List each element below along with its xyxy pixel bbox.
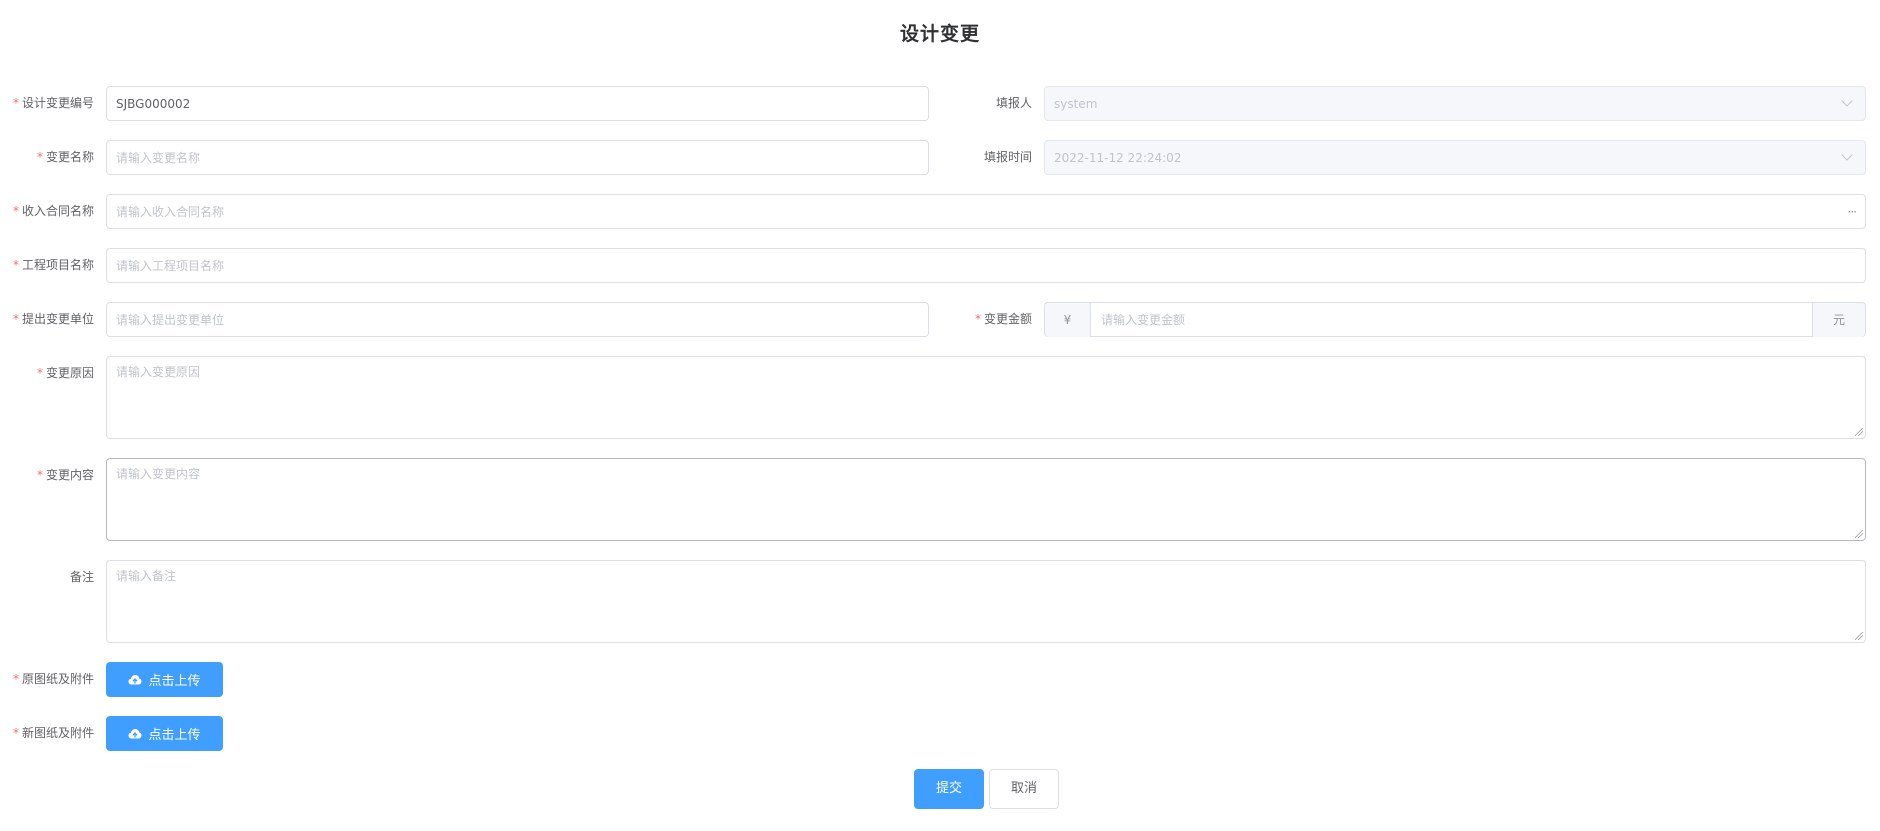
project-name-placeholder: 请输入工程项目名称 — [116, 259, 225, 273]
change-no-value: SJBG000002 — [116, 97, 191, 111]
page-title: 设计变更 — [899, 23, 980, 45]
project-name-label: * 工程项目名称 — [12, 258, 94, 272]
project-name-input[interactable]: 请输入工程项目名称 — [106, 248, 1866, 283]
required-mark: * — [12, 96, 19, 110]
chevron-down-icon — [1841, 149, 1853, 161]
submit-button[interactable]: 提交 — [914, 769, 984, 809]
contract-name-placeholder: 请输入收入合同名称 — [116, 205, 225, 219]
remark-label: 备注 — [69, 570, 94, 584]
upload-new-button[interactable]: 点击上传 — [106, 716, 223, 751]
cloud-upload-icon — [128, 728, 142, 738]
new-drawings-label: * 新图纸及附件 — [12, 726, 94, 740]
upload-original-button[interactable]: 点击上传 — [106, 662, 223, 697]
proposer-unit-label: * 提出变更单位 — [12, 312, 94, 326]
change-no-input[interactable]: SJBG000002 — [106, 86, 929, 121]
required-mark: * — [974, 312, 981, 326]
required-mark: * — [36, 468, 43, 482]
required-mark: * — [12, 726, 19, 740]
more-icon[interactable]: ··· — [1848, 195, 1858, 229]
required-mark: * — [12, 312, 19, 326]
currency-prefix: ¥ — [1045, 303, 1091, 337]
chevron-down-icon — [1841, 95, 1853, 107]
change-reason-placeholder: 请输入变更原因 — [116, 365, 201, 379]
proposer-unit-placeholder: 请输入提出变更单位 — [116, 313, 225, 327]
change-amount-input[interactable]: ¥ 请输入变更金额 元 — [1044, 302, 1866, 337]
resize-handle-icon[interactable] — [1855, 632, 1863, 640]
change-content-label: * 变更内容 — [36, 468, 94, 482]
report-time-value: 2022-11-12 22:24:02 — [1054, 151, 1182, 165]
required-mark: * — [36, 366, 43, 380]
report-time-picker: 2022-11-12 22:24:02 — [1044, 140, 1866, 175]
change-reason-label: * 变更原因 — [36, 366, 94, 380]
remark-placeholder: 请输入备注 — [116, 569, 177, 583]
change-name-input[interactable]: 请输入变更名称 — [106, 140, 929, 175]
cloud-upload-icon — [128, 674, 142, 684]
change-content-textarea[interactable]: 请输入变更内容 — [106, 458, 1866, 541]
change-name-placeholder: 请输入变更名称 — [116, 151, 201, 165]
upload-new-label: 点击上传 — [148, 728, 201, 743]
remark-textarea[interactable]: 请输入备注 — [106, 560, 1866, 643]
contract-name-label: * 收入合同名称 — [12, 204, 94, 218]
required-mark: * — [12, 204, 19, 218]
change-content-placeholder: 请输入变更内容 — [116, 467, 201, 481]
proposer-unit-input[interactable]: 请输入提出变更单位 — [106, 302, 929, 337]
reporter-value: system — [1054, 97, 1098, 111]
upload-original-label: 点击上传 — [148, 674, 201, 689]
cancel-button[interactable]: 取消 — [989, 769, 1059, 809]
change-amount-placeholder: 请输入变更金额 — [1101, 313, 1186, 327]
report-time-label: 填报时间 — [983, 150, 1032, 164]
reporter-label: 填报人 — [995, 96, 1032, 110]
required-mark: * — [12, 672, 19, 686]
contract-name-input[interactable]: 请输入收入合同名称 ··· — [106, 194, 1866, 229]
change-name-label: * 变更名称 — [36, 150, 94, 164]
unit-suffix: 元 — [1812, 303, 1865, 337]
change-no-label: * 设计变更编号 — [12, 96, 94, 110]
change-amount-label: * 变更金额 — [974, 312, 1032, 326]
required-mark: * — [36, 150, 43, 164]
reporter-select: system — [1044, 86, 1866, 121]
resize-handle-icon[interactable] — [1855, 530, 1863, 538]
change-reason-textarea[interactable]: 请输入变更原因 — [106, 356, 1866, 439]
resize-handle-icon[interactable] — [1855, 428, 1863, 436]
original-drawings-label: * 原图纸及附件 — [12, 672, 94, 686]
required-mark: * — [12, 258, 19, 272]
